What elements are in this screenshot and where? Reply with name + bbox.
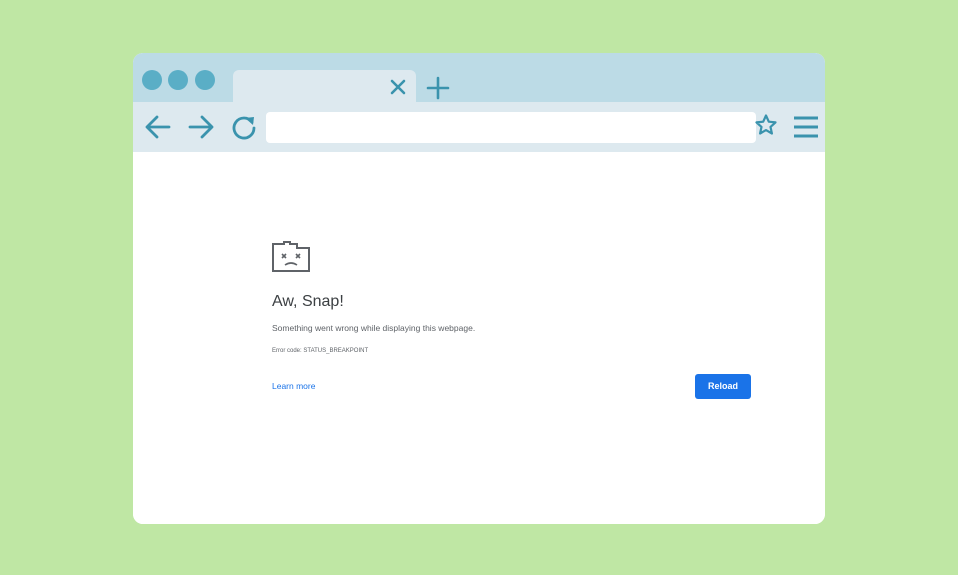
window-control-dot-3[interactable]: [195, 70, 215, 90]
error-page: Aw, Snap! Something went wrong while dis…: [133, 152, 825, 524]
toolbar: [133, 102, 825, 152]
error-code: Error code: STATUS_BREAKPOINT: [272, 348, 369, 354]
sad-folder-icon: [271, 240, 311, 274]
learn-more-link[interactable]: Learn more: [272, 381, 315, 391]
back-arrow-icon[interactable]: [144, 114, 172, 140]
reload-icon[interactable]: [231, 114, 259, 140]
address-bar[interactable]: [266, 112, 777, 143]
tab-strip: [133, 53, 825, 104]
hamburger-menu-icon[interactable]: [793, 115, 819, 139]
forward-arrow-icon[interactable]: [187, 114, 215, 140]
error-title: Aw, Snap!: [272, 293, 344, 310]
plus-icon[interactable]: [426, 76, 450, 100]
error-message: Something went wrong while displaying th…: [272, 323, 476, 333]
star-icon[interactable]: [754, 113, 778, 137]
window-control-dot-2[interactable]: [168, 70, 188, 90]
browser-window: Aw, Snap! Something went wrong while dis…: [133, 53, 825, 524]
tab-active[interactable]: [233, 70, 416, 104]
close-icon[interactable]: [389, 78, 407, 96]
window-control-dot-1[interactable]: [142, 70, 162, 90]
reload-button[interactable]: Reload: [695, 374, 751, 399]
